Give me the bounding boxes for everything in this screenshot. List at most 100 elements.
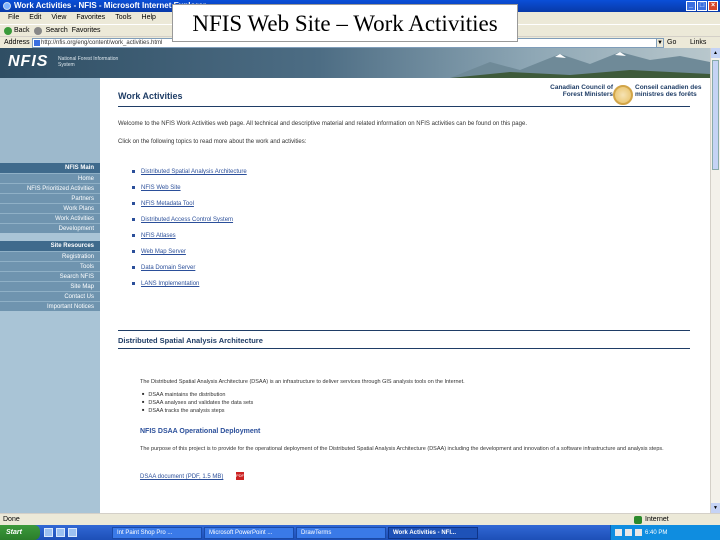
ccfm-name-english: Canadian Council of Forest Ministers xyxy=(550,84,613,98)
dsaa-bullet: DSAA analyses and validates the data set… xyxy=(142,399,253,407)
menu-file[interactable]: File xyxy=(8,12,19,24)
forward-button[interactable] xyxy=(33,25,42,36)
title-divider xyxy=(118,106,690,107)
pdf-icon[interactable]: PDF xyxy=(236,472,244,480)
slide-title: NFIS Web Site – Work Activities xyxy=(172,4,518,42)
section-divider xyxy=(118,330,690,331)
taskbar-item[interactable]: Microsoft PowerPoint ... xyxy=(204,526,294,539)
nfis-logo[interactable]: NFIS xyxy=(8,53,48,71)
nav-item-work-activities[interactable]: Work Activities xyxy=(0,213,100,223)
quick-launch-icon[interactable] xyxy=(68,528,77,537)
menu-tools[interactable]: Tools xyxy=(115,12,131,24)
menu-help[interactable]: Help xyxy=(142,12,156,24)
globe-icon xyxy=(634,515,642,524)
main-content: Work Activities Canadian Council of Fore… xyxy=(100,78,710,513)
favorites-label: Favorites xyxy=(71,27,101,34)
nav-item-work-plans[interactable]: Work Plans xyxy=(0,203,100,213)
quick-launch-icon[interactable] xyxy=(56,528,65,537)
page-title: Work Activities xyxy=(118,91,183,101)
back-button[interactable]: Back xyxy=(4,25,30,36)
dsaa-bullet: DSAA maintains the distribution xyxy=(142,391,225,399)
pdf-link[interactable]: DSAA document (PDF, 1.5 MB) xyxy=(140,473,223,481)
address-value: http://nfis.org/eng/content/work_activit… xyxy=(41,40,163,46)
taskbar-item[interactable]: Int Paint Shop Pro ... xyxy=(112,526,202,539)
nav-item-development[interactable]: Development xyxy=(0,223,100,233)
dsaa-deployment-title: NFIS DSAA Operational Deployment xyxy=(140,428,261,435)
search-label: Search xyxy=(45,27,68,34)
security-zone: Internet xyxy=(634,514,669,525)
tray-icon[interactable] xyxy=(615,529,622,536)
forward-arrow-icon xyxy=(33,26,42,35)
scroll-up-icon[interactable]: ▲ xyxy=(711,48,720,58)
section-title-dsaa: Distributed Spatial Analysis Architectur… xyxy=(118,336,263,345)
nav-spacer xyxy=(0,78,100,163)
taskbar: Start Int Paint Shop Pro ... Microsoft P… xyxy=(0,525,720,540)
status-bar: Done Internet xyxy=(0,513,720,525)
nav-item-home[interactable]: Home xyxy=(0,173,100,183)
nav-item-partners[interactable]: Partners xyxy=(0,193,100,203)
activity-link[interactable]: Web Map Server xyxy=(132,248,186,256)
dsaa-description: The Distributed Spatial Analysis Archite… xyxy=(140,379,465,385)
activity-link[interactable]: NFIS Web Site xyxy=(132,184,181,192)
activity-link[interactable]: Distributed Access Control System xyxy=(132,216,233,224)
go-button[interactable]: Go xyxy=(667,37,676,48)
nav-item-search[interactable]: Search NFIS xyxy=(0,271,100,281)
ie-icon xyxy=(3,2,11,10)
address-label: Address xyxy=(4,39,30,46)
menu-favorites[interactable]: Favorites xyxy=(76,12,105,24)
activity-link[interactable]: Distributed Spatial Analysis Architectur… xyxy=(132,168,247,176)
activity-link[interactable]: LANS Implementation xyxy=(132,280,199,288)
intro-text: Welcome to the NFIS Work Activities web … xyxy=(118,121,527,127)
nav-item-tools[interactable]: Tools xyxy=(0,261,100,271)
site-header: NFIS National Forest Information System xyxy=(0,48,710,78)
nfis-logo-subtitle: National Forest Information System xyxy=(58,56,119,68)
quick-launch-icon[interactable] xyxy=(44,528,53,537)
status-text: Done xyxy=(3,516,20,523)
zone-label: Internet xyxy=(645,516,669,523)
ccfm-name-french: Conseil canadien des ministres des forêt… xyxy=(635,84,702,98)
start-button[interactable]: Start xyxy=(0,525,40,540)
tray-icon[interactable] xyxy=(625,529,632,536)
left-nav: NFIS Main Home NFIS Prioritized Activiti… xyxy=(0,78,100,513)
page-viewport: NFIS National Forest Information System … xyxy=(0,48,710,513)
section-divider xyxy=(118,348,690,349)
nav-gap xyxy=(0,233,100,241)
favorites-button[interactable]: Favorites xyxy=(72,25,101,36)
browser-window: Work Activities - NFIS - Microsoft Inter… xyxy=(0,0,720,540)
intro-text-2: Click on the following topics to read mo… xyxy=(118,139,307,145)
menu-edit[interactable]: Edit xyxy=(29,12,41,24)
menu-view[interactable]: View xyxy=(51,12,66,24)
back-label: Back xyxy=(14,27,30,34)
nav-group-site-resources[interactable]: Site Resources xyxy=(0,241,100,251)
dsaa-bullet: DSAA tracks the analysis steps xyxy=(142,407,224,415)
activity-link[interactable]: NFIS Metadata Tool xyxy=(132,200,194,208)
links-button[interactable]: Links xyxy=(690,37,706,48)
mountain-banner-image xyxy=(450,52,710,78)
taskbar-item[interactable]: DrawTerms xyxy=(296,526,386,539)
tray-icon[interactable] xyxy=(635,529,642,536)
address-dropdown-icon[interactable]: ▼ xyxy=(656,38,664,48)
nav-item-prioritized-activities[interactable]: NFIS Prioritized Activities xyxy=(0,183,100,193)
nav-item-important-notices[interactable]: Important Notices xyxy=(0,301,100,311)
nav-group-nfis-main[interactable]: NFIS Main xyxy=(0,163,100,173)
activity-link[interactable]: Data Domain Server xyxy=(132,264,195,272)
activity-link[interactable]: NFIS Atlases xyxy=(132,232,176,240)
search-button[interactable]: Search xyxy=(46,25,68,36)
minimize-icon[interactable]: _ xyxy=(686,1,696,11)
nav-item-registration[interactable]: Registration xyxy=(0,251,100,261)
vertical-scrollbar[interactable]: ▲ ▼ xyxy=(710,48,720,513)
maximize-icon[interactable]: □ xyxy=(697,1,707,11)
tray-clock: 6:40 PM xyxy=(645,529,668,536)
page-icon xyxy=(34,40,40,46)
close-icon[interactable]: × xyxy=(708,1,718,11)
dsaa-deployment-text: The purpose of this project is to provid… xyxy=(140,446,664,452)
back-arrow-icon xyxy=(4,26,12,35)
taskbar-item-active[interactable]: Work Activities - NFI... xyxy=(388,526,478,539)
quick-launch xyxy=(40,528,110,537)
nav-item-site-map[interactable]: Site Map xyxy=(0,281,100,291)
system-tray: 6:40 PM xyxy=(610,525,720,540)
scroll-thumb[interactable] xyxy=(712,60,719,170)
scroll-down-icon[interactable]: ▼ xyxy=(711,503,720,513)
ccfm-logo-icon xyxy=(613,85,633,105)
nav-item-contact[interactable]: Contact Us xyxy=(0,291,100,301)
